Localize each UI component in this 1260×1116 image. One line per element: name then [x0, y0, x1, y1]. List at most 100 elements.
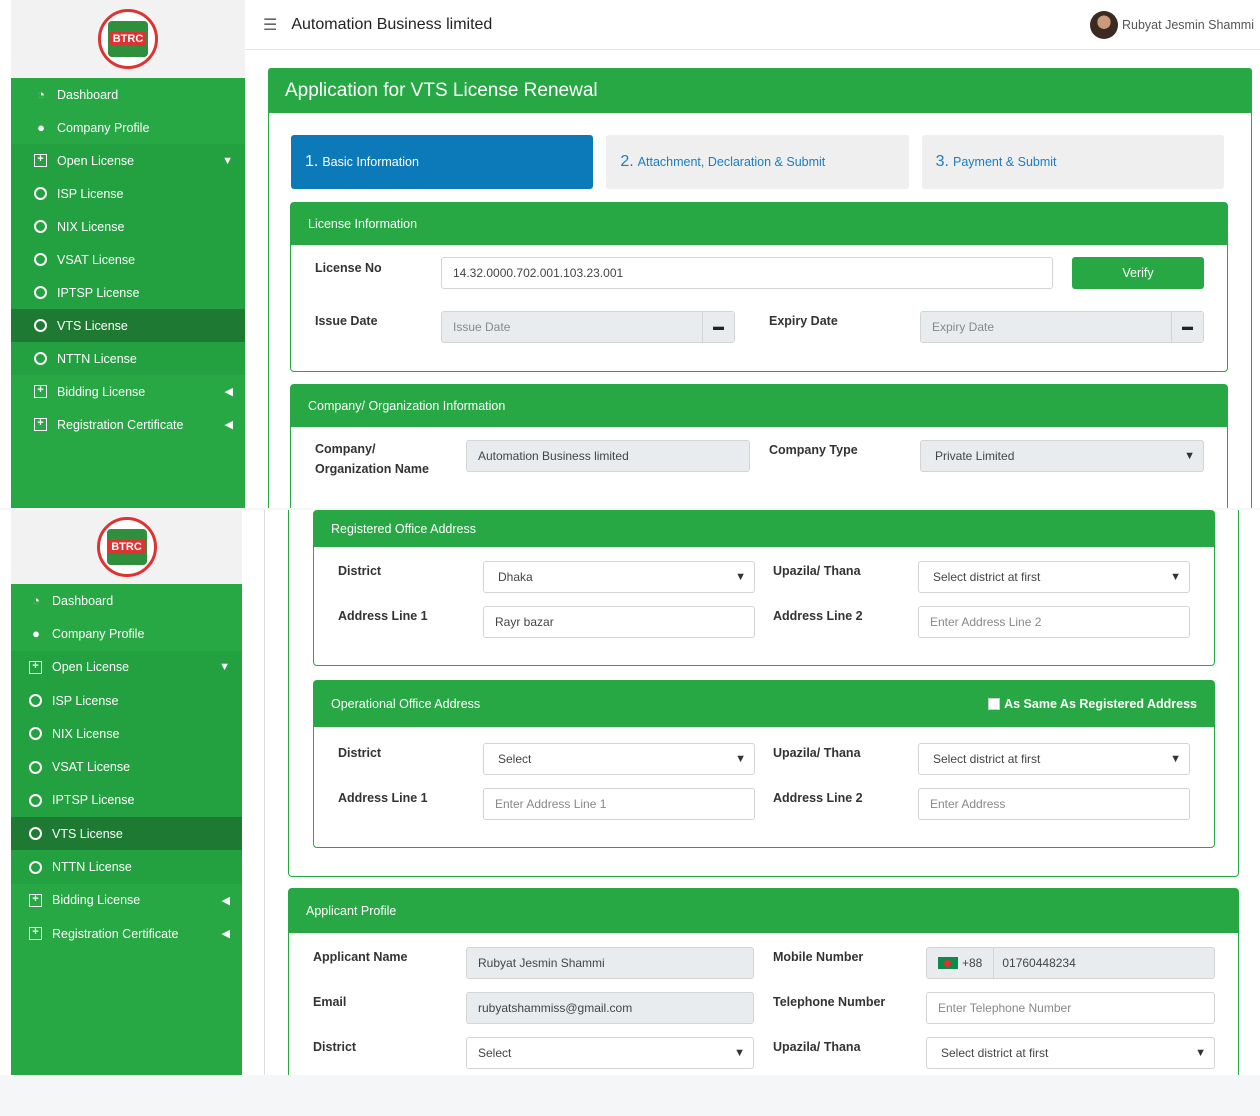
sidebar-item-iptsp-license[interactable]: IPTSP License	[11, 276, 245, 309]
sidebar-nav: ◔ Dashboard ● Company Profile + Open Licens…	[11, 584, 242, 950]
address-line2-label: Address Line 2	[773, 609, 863, 623]
circle-icon	[34, 220, 47, 233]
sidebar-item-vts-license[interactable]: VTS License	[11, 309, 245, 342]
hamburger-menu-icon[interactable]: ☰	[263, 15, 277, 35]
sidebar-item-open-license[interactable]: + Open License ▼	[11, 650, 242, 684]
panel-heading: Registered Office Address	[314, 511, 1214, 547]
sidebar-item-nix-license[interactable]: NIX License	[11, 210, 245, 243]
mobile-number-input[interactable]: +88 01760448234	[926, 947, 1215, 979]
sidebar-item-vsat-license[interactable]: VSAT License	[11, 243, 245, 276]
sidebar-item-nttn-license[interactable]: NTTN License	[11, 850, 242, 884]
sidebar: BTRC ◔ Dashboard ● Company Profile + Open L…	[11, 510, 242, 1075]
user-icon: ●	[32, 626, 40, 642]
panel-heading: Operational Office Address As Same As Re…	[314, 681, 1214, 727]
circle-icon	[34, 319, 47, 332]
sidebar-item-vts-license[interactable]: VTS License	[11, 817, 242, 851]
applicant-district-select[interactable]: Select ▼	[466, 1037, 754, 1069]
operational-address-line2-input[interactable]: Enter Address	[918, 788, 1190, 820]
user-menu[interactable]: Rubyat Jesmin Shammi	[1090, 10, 1254, 39]
applicant-upazila-select[interactable]: Select district at first ▼	[926, 1037, 1215, 1069]
screenshot-bottom: BTRC ◔ Dashboard ● Company Profile + Open L…	[0, 510, 1260, 1075]
plus-square-icon: +	[29, 893, 42, 907]
issue-date-input[interactable]: Issue Date ▬	[441, 311, 735, 343]
user-name: Rubyat Jesmin Shammi	[1122, 17, 1254, 32]
company-name-label-line2: Organization Name	[315, 462, 429, 476]
brand-title: Automation Business limited	[291, 15, 493, 33]
applicant-profile-panel: Applicant Profile Applicant Name Rubyat …	[288, 888, 1239, 1075]
calendar-icon[interactable]: ▬	[1171, 312, 1203, 342]
sidebar-item-company-profile[interactable]: ● Company Profile	[11, 617, 242, 650]
verify-button[interactable]: Verify	[1072, 257, 1204, 289]
sidebar-item-isp-license[interactable]: ISP License	[11, 177, 245, 210]
plus-square-icon: +	[34, 154, 47, 167]
bangladesh-flag-icon	[938, 957, 958, 969]
operational-upazila-select[interactable]: Select district at first ▼	[918, 743, 1190, 775]
operational-district-select[interactable]: Select ▼	[483, 743, 755, 775]
applicant-name-label: Applicant Name	[313, 950, 408, 964]
license-no-input[interactable]: 14.32.0000.702.001.103.23.001	[441, 257, 1053, 289]
district-label: District	[338, 564, 382, 578]
chevron-down-icon: ▼	[1170, 571, 1181, 583]
circle-icon	[29, 827, 42, 841]
sidebar-item-nix-license[interactable]: NIX License	[11, 717, 242, 751]
sidebar-item-iptsp-license[interactable]: IPTSP License	[11, 783, 242, 818]
circle-icon	[34, 253, 47, 266]
circle-icon	[34, 352, 47, 365]
issue-date-label: Issue Date	[315, 314, 378, 328]
panel-heading: License Information	[291, 203, 1227, 245]
district-label: District	[338, 746, 382, 760]
sidebar-item-dashboard[interactable]: ◔ Dashboard	[11, 78, 245, 111]
company-name-input[interactable]: Automation Business limited	[466, 440, 750, 472]
registered-address-line1-input[interactable]: Rayr bazar	[483, 606, 755, 638]
sidebar-item-company-profile[interactable]: ● Company Profile	[11, 111, 245, 144]
registered-address-line2-input[interactable]: Enter Address Line 2	[918, 606, 1190, 638]
expiry-date-input[interactable]: Expiry Date ▬	[920, 311, 1204, 343]
sidebar: BTRC ◔ Dashboard ● Company Profile + Open L…	[11, 0, 245, 508]
chevron-down-icon: ▼	[734, 1047, 745, 1059]
registered-upazila-select[interactable]: Select district at first ▼	[918, 561, 1190, 593]
sidebar-item-bidding-license[interactable]: + Bidding License ◀	[11, 375, 245, 408]
sidebar-item-open-license[interactable]: + Open License ▼	[11, 144, 245, 177]
email-input[interactable]: rubyatshammiss@gmail.com	[466, 992, 754, 1024]
address-line1-label: Address Line 1	[338, 609, 428, 623]
sidebar-item-vsat-license[interactable]: VSAT License	[11, 750, 242, 784]
topbar: ☰ Automation Business limited Rubyat Jes…	[245, 0, 1260, 50]
sidebar-nav: ◔ Dashboard ● Company Profile + Open Licens…	[11, 78, 245, 441]
logo-area: BTRC	[11, 510, 242, 584]
sidebar-item-registration-certificate[interactable]: + Registration Certificate ◀	[11, 408, 245, 441]
page-title: Application for VTS License Renewal	[269, 69, 1251, 113]
checkbox-icon[interactable]	[988, 698, 1001, 710]
panel-heading: Company/ Organization Information	[291, 385, 1227, 427]
sidebar-item-dashboard[interactable]: ◔ Dashboard	[11, 584, 242, 617]
company-type-select[interactable]: Private Limited ▼	[920, 440, 1204, 472]
registered-district-select[interactable]: Dhaka ▼	[483, 561, 755, 593]
sidebar-item-bidding-license[interactable]: + Bidding License ◀	[11, 884, 242, 917]
logo-area: BTRC	[11, 0, 245, 78]
operational-address-line1-input[interactable]: Enter Address Line 1	[483, 788, 755, 820]
same-as-registered-checkbox[interactable]: As Same As Registered Address	[988, 697, 1197, 711]
telephone-number-input[interactable]: Enter Telephone Number	[926, 992, 1215, 1024]
upazila-label: Upazila/ Thana	[773, 746, 861, 760]
expiry-date-label: Expiry Date	[769, 314, 838, 328]
upazila-label: Upazila/ Thana	[773, 564, 861, 578]
applicant-name-input[interactable]: Rubyat Jesmin Shammi	[466, 947, 754, 979]
input-divider	[993, 948, 994, 978]
chevron-down-icon: ▼	[1170, 753, 1181, 765]
chevron-down-icon: ▼	[735, 753, 746, 765]
company-information-panel: Company/ Organization Information Compan…	[290, 384, 1228, 508]
calendar-icon[interactable]: ▬	[702, 312, 734, 342]
step-basic-information[interactable]: 1. Basic Information	[291, 135, 594, 189]
email-label: Email	[313, 995, 347, 1009]
sidebar-item-isp-license[interactable]: ISP License	[11, 683, 242, 718]
step-payment-submit[interactable]: 3. Payment & Submit	[921, 135, 1224, 189]
circle-icon	[34, 187, 47, 200]
circle-icon	[29, 694, 42, 708]
operational-office-address-panel: Operational Office Address As Same As Re…	[313, 680, 1215, 848]
sidebar-item-registration-certificate[interactable]: + Registration Certificate ◀	[11, 917, 242, 950]
license-no-label: License No	[315, 261, 382, 275]
step-attachment-declaration[interactable]: 2. Attachment, Declaration & Submit	[606, 135, 909, 189]
telephone-number-label: Telephone Number	[773, 995, 886, 1009]
sidebar-item-nttn-license[interactable]: NTTN License	[11, 342, 245, 375]
registered-office-address-panel: Registered Office Address District Dhaka…	[313, 510, 1215, 666]
circle-icon	[29, 727, 42, 741]
